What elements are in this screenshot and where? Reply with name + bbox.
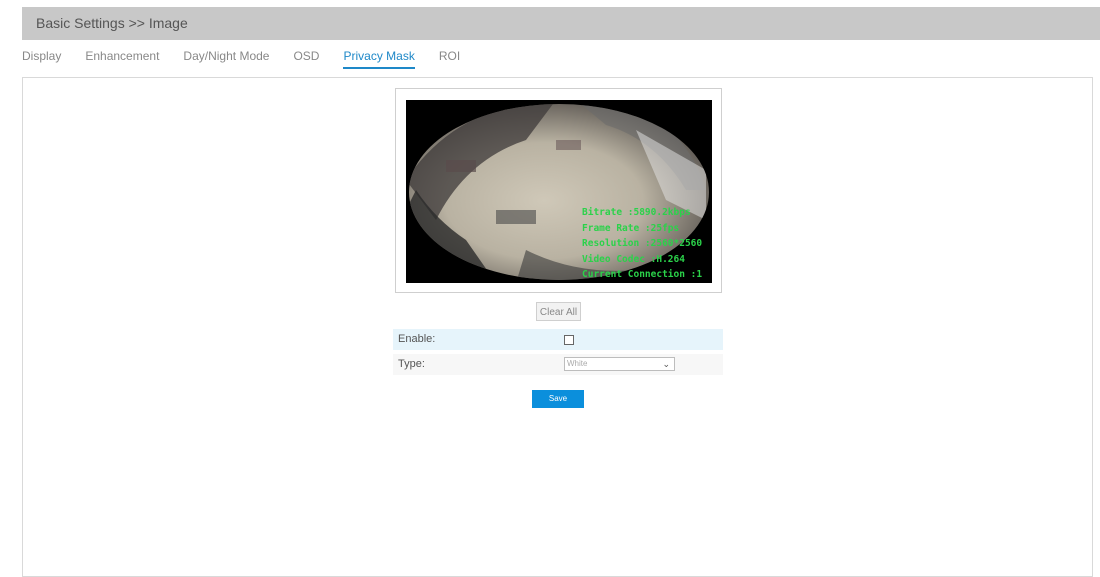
osd-line: Current Connection :1 (582, 269, 703, 280)
image-tabs: Display Enhancement Day/Night Mode OSD P… (22, 49, 484, 73)
tab-roi[interactable]: ROI (439, 49, 460, 73)
video-preview-frame: Bitrate :5890.2kbps Frame Rate :25fps Reso… (395, 88, 722, 293)
tab-display[interactable]: Display (22, 49, 61, 73)
tab-day-night-mode[interactable]: Day/Night Mode (183, 49, 269, 73)
chevron-down-icon: ⌄ (662, 359, 670, 369)
osd-line: Frame Rate :25fps (582, 222, 680, 234)
osd-line: Resolution :2560*2560 (582, 238, 703, 249)
enable-label: Enable: (398, 333, 436, 345)
type-select[interactable]: White ⌄ (564, 357, 675, 371)
enable-checkbox[interactable] (564, 335, 574, 345)
page-title-bar: Basic Settings >> Image (22, 7, 1100, 40)
clear-all-button[interactable]: Clear All (536, 302, 581, 321)
page-title: Basic Settings >> Image (36, 15, 188, 31)
enable-row: Enable: (393, 329, 723, 350)
osd-overlay: Bitrate :5890.2kbps Frame Rate :25fps Reso… (582, 205, 702, 283)
video-preview[interactable]: Bitrate :5890.2kbps Frame Rate :25fps Reso… (406, 100, 712, 283)
type-label: Type: (398, 358, 425, 370)
type-row: Type: White ⌄ (393, 354, 723, 375)
osd-line: Video Codec :H.264 (582, 253, 685, 265)
osd-line: Bitrate :5890.2kbps (582, 207, 691, 218)
tab-privacy-mask[interactable]: Privacy Mask (343, 49, 416, 73)
save-button[interactable]: Save (532, 390, 584, 408)
tab-enhancement[interactable]: Enhancement (85, 49, 159, 73)
type-select-value: White (567, 359, 588, 368)
tab-osd[interactable]: OSD (293, 49, 319, 73)
